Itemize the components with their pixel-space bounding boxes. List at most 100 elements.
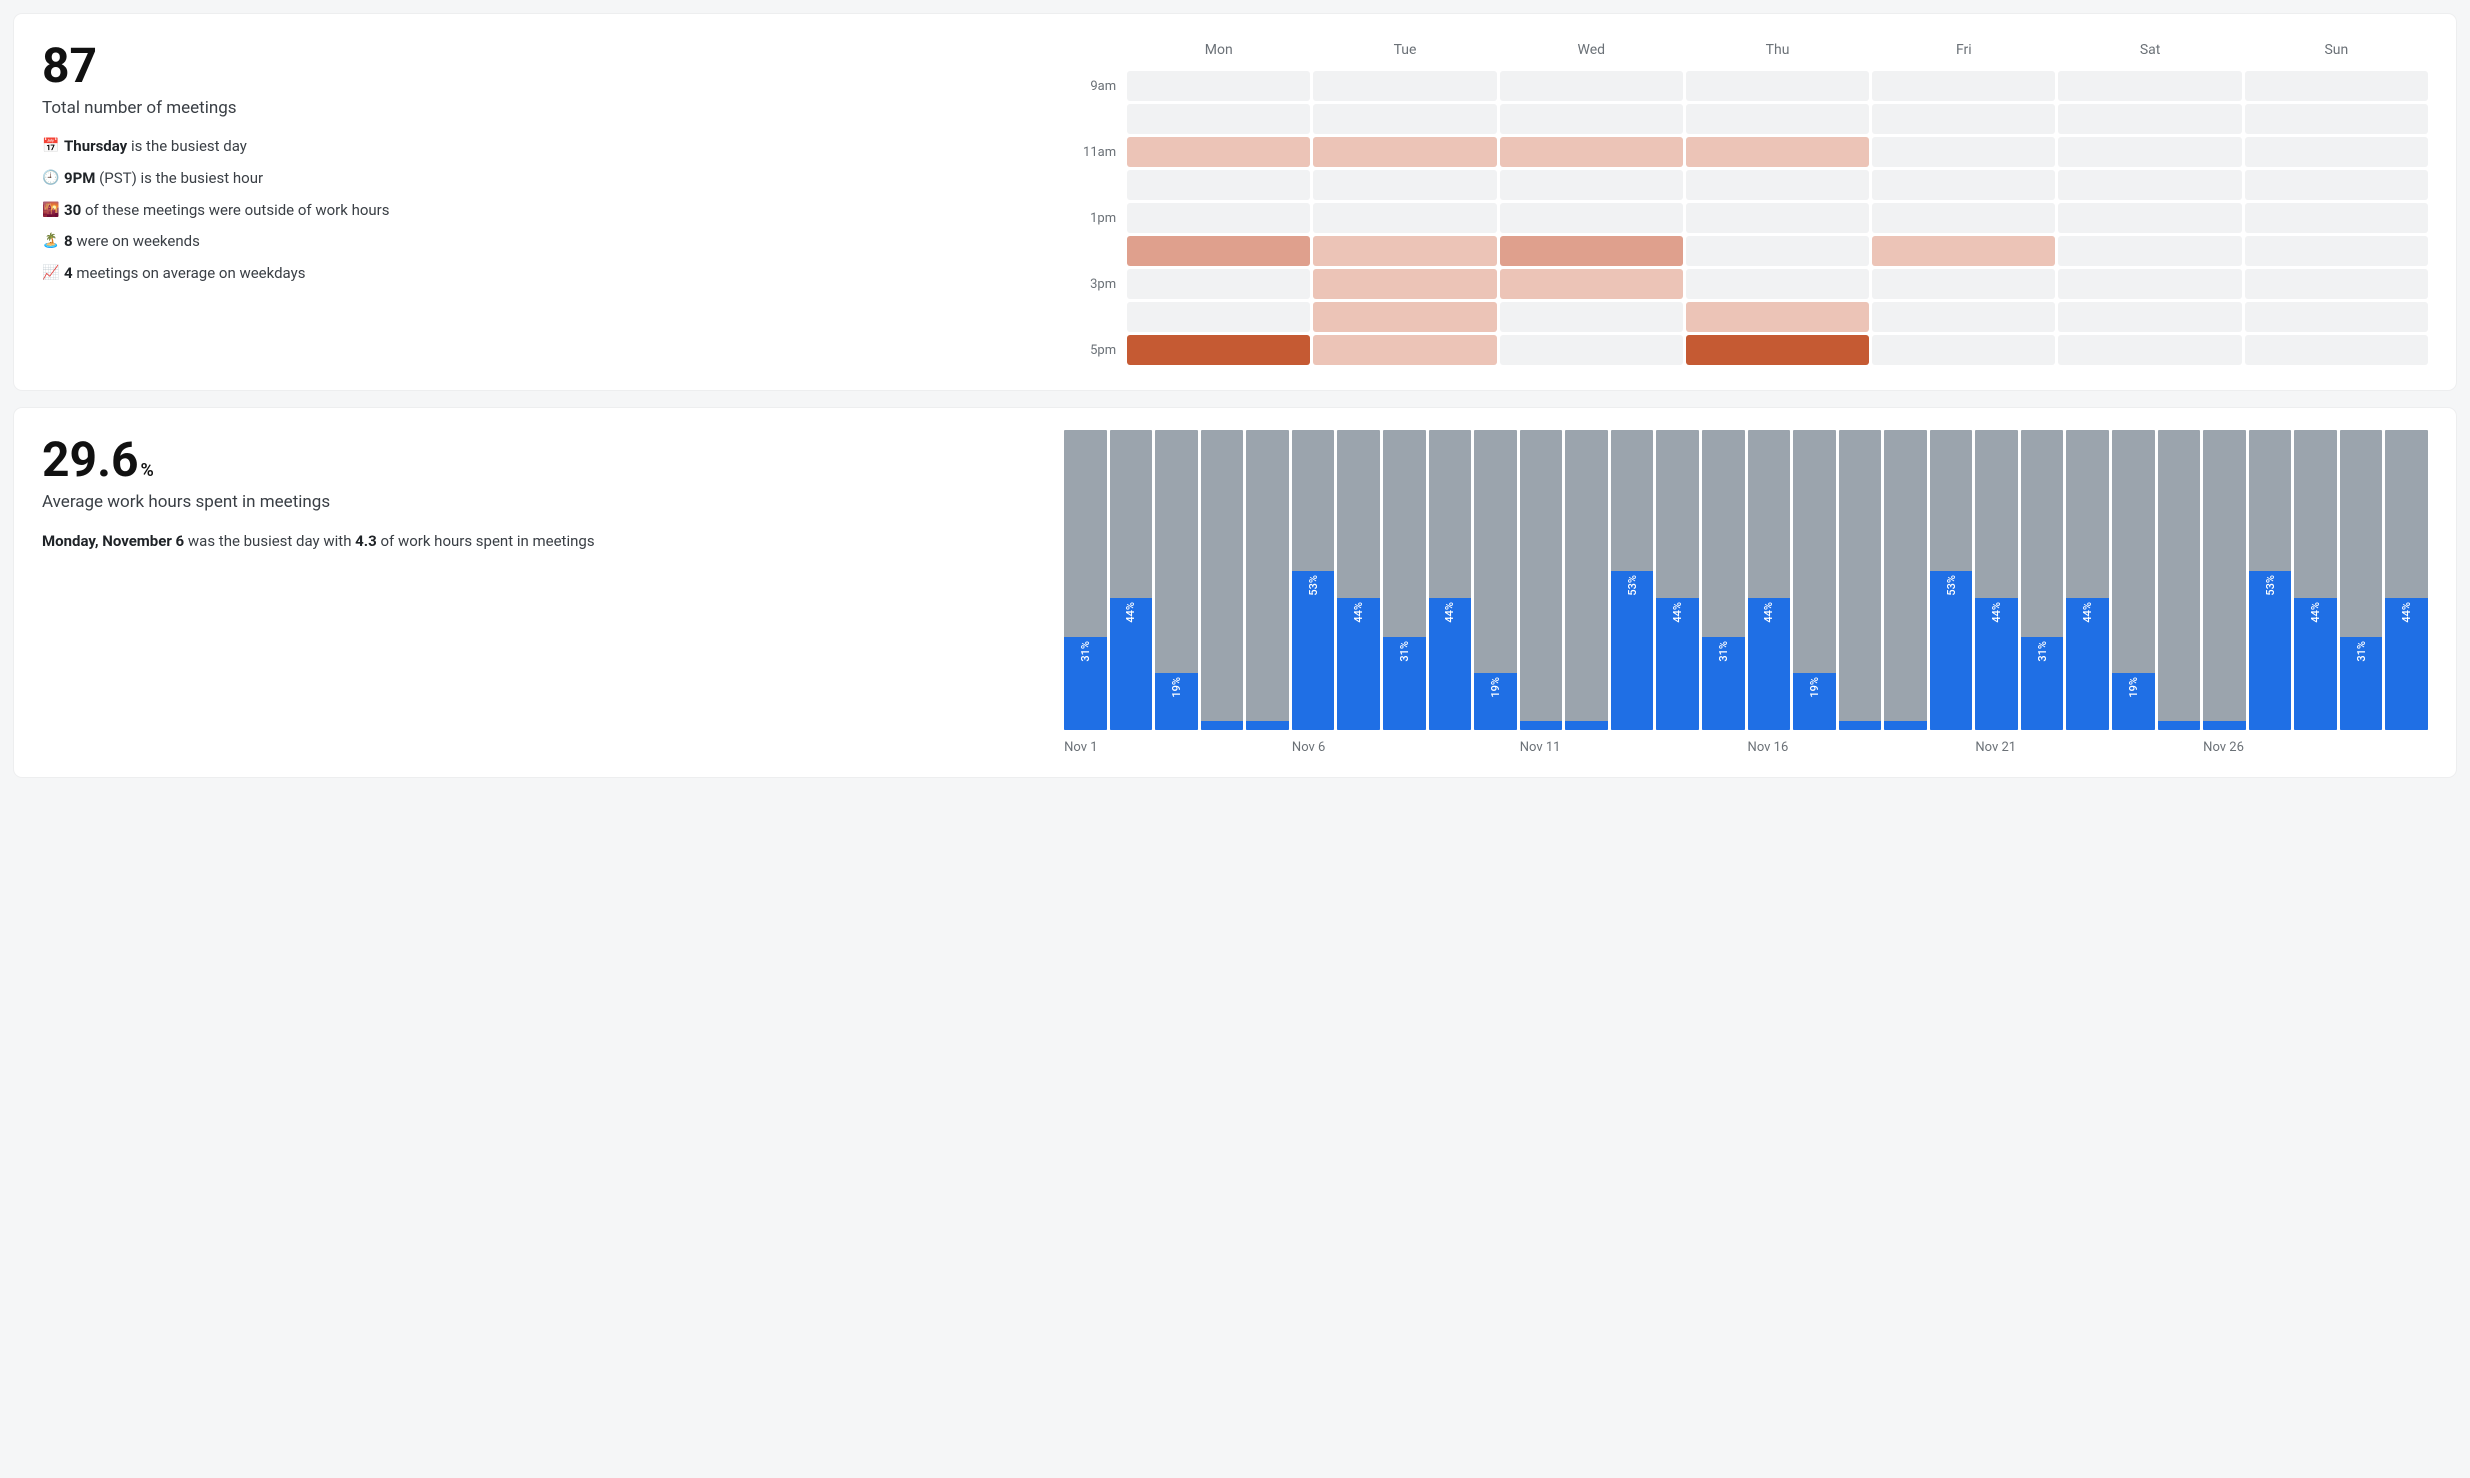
- heatmap-cell: [2245, 236, 2428, 266]
- bar-meeting-portion: [1839, 721, 1882, 730]
- bar-day: 19%: [1474, 430, 1517, 730]
- busiest-day-value: 4.3: [355, 532, 377, 550]
- bar-meeting-portion: 44%: [1975, 598, 2018, 730]
- insight-text: 4 meetings on average on weekdays: [64, 263, 305, 285]
- insight-item: 🕘9PM (PST) is the busiest hour: [42, 168, 1044, 190]
- xaxis-tick: [1565, 740, 1608, 755]
- bar-value-label: 44%: [2081, 598, 2094, 627]
- bar-meeting-portion: [1520, 721, 1563, 730]
- avg-hours-barchart: 31%44%19%53%44%31%44%19%53%44%31%44%19%5…: [1064, 430, 2428, 755]
- heatmap-cell: [2058, 104, 2241, 134]
- heatmap-cell: [1127, 335, 1310, 365]
- bar-meeting-portion: 53%: [1292, 571, 1335, 730]
- bar-meeting-portion: 44%: [1656, 598, 1699, 730]
- heatmap-day-header: Mon: [1127, 36, 1310, 68]
- xaxis-tick: [1110, 740, 1153, 755]
- busiest-day-summary: Monday, November 6 was the busiest day w…: [42, 530, 1044, 553]
- meetings-heatmap: MonTueWedThuFriSatSun9am11am1pm3pm5pm: [1064, 36, 2428, 365]
- xaxis-tick: [1702, 740, 1745, 755]
- bar-meeting-portion: 53%: [1611, 571, 1654, 730]
- heatmap-cell: [2245, 170, 2428, 200]
- heatmap-cell: [1686, 137, 1869, 167]
- heatmap-cell: [1872, 335, 2055, 365]
- bar-value-label: 44%: [1443, 598, 1456, 627]
- xaxis-tick: [2340, 740, 2383, 755]
- xaxis-tick: [1930, 740, 1973, 755]
- heatmap-cell: [2245, 302, 2428, 332]
- heatmap-cell: [2245, 137, 2428, 167]
- xaxis-tick: [1155, 740, 1198, 755]
- xaxis-tick: [1201, 740, 1244, 755]
- heatmap-cell: [2058, 269, 2241, 299]
- bar-day: [1884, 430, 1927, 730]
- bar-meeting-portion: 19%: [1474, 673, 1517, 730]
- heatmap-cell: [1500, 302, 1683, 332]
- bar-value-label: 19%: [1170, 673, 1183, 702]
- heatmap-cell: [2245, 335, 2428, 365]
- xaxis-tick: [2112, 740, 2155, 755]
- heatmap-cell: [1686, 269, 1869, 299]
- bar-day: 19%: [1793, 430, 1836, 730]
- heatmap-cell: [2058, 203, 2241, 233]
- avg-hours-label: Average work hours spent in meetings: [42, 492, 1044, 512]
- heatmap-cell: [1313, 335, 1496, 365]
- bar-value-label: 31%: [2355, 637, 2368, 666]
- bar-value-label: 53%: [1626, 571, 1639, 600]
- heatmap-cell: [1686, 335, 1869, 365]
- bar-value-label: 53%: [1307, 571, 1320, 600]
- bar-day: 53%: [1292, 430, 1335, 730]
- xaxis-tick: [2021, 740, 2064, 755]
- bar-day: 53%: [2249, 430, 2292, 730]
- bar-meeting-portion: 31%: [2340, 637, 2383, 730]
- summary-end: of work hours spent in meetings: [377, 532, 595, 550]
- bar-value-label: 53%: [2264, 571, 2277, 600]
- bar-value-label: 44%: [1990, 598, 2003, 627]
- bar-meeting-portion: 31%: [1702, 637, 1745, 730]
- heatmap-day-header: Thu: [1686, 36, 1869, 68]
- xaxis-tick: [1429, 740, 1472, 755]
- heatmap-cell: [1872, 71, 2055, 101]
- busiest-day-date: Monday, November 6: [42, 532, 184, 550]
- bar-value-label: 53%: [1945, 571, 1958, 600]
- heatmap-cell: [1500, 335, 1683, 365]
- heatmap-cell: [1872, 104, 2055, 134]
- bar-meeting-portion: 44%: [1110, 598, 1153, 730]
- bar-meeting-portion: 31%: [1383, 637, 1426, 730]
- heatmap-cell: [1872, 302, 2055, 332]
- meetings-summary-text: 87 Total number of meetings 📅Thursday is…: [42, 36, 1044, 368]
- bar-value-label: 44%: [1671, 598, 1684, 627]
- insight-icon: 📅: [42, 136, 64, 156]
- heatmap-hour-label: 3pm: [1064, 269, 1124, 299]
- total-meetings-label: Total number of meetings: [42, 98, 1044, 118]
- heatmap-cell: [1686, 236, 1869, 266]
- xaxis-tick: [1474, 740, 1517, 755]
- meeting-insights-list: 📅Thursday is the busiest day🕘9PM (PST) i…: [42, 136, 1044, 285]
- bar-value-label: 31%: [1398, 637, 1411, 666]
- bar-meeting-portion: [1884, 721, 1927, 730]
- heatmap-cell: [1313, 302, 1496, 332]
- bar-meeting-portion: 31%: [1064, 637, 1107, 730]
- bar-value-label: 44%: [2309, 598, 2322, 627]
- heatmap-cell: [1686, 170, 1869, 200]
- xaxis-tick: Nov 21: [1975, 740, 2018, 755]
- heatmap-cell: [1127, 203, 1310, 233]
- avg-hours-text: 29.6% Average work hours spent in meetin…: [42, 430, 1044, 755]
- heatmap-cell: [2245, 269, 2428, 299]
- bar-value-label: 19%: [1489, 673, 1502, 702]
- heatmap-cell: [1872, 236, 2055, 266]
- heatmap-cell: [1686, 104, 1869, 134]
- heatmap-hour-label: [1064, 170, 1124, 200]
- heatmap-cell: [1127, 302, 1310, 332]
- bar-meeting-portion: 44%: [2294, 598, 2337, 730]
- bar-meeting-portion: 31%: [2021, 637, 2064, 730]
- bar-day: 44%: [2294, 430, 2337, 730]
- xaxis-tick: [1246, 740, 1289, 755]
- bar-meeting-portion: 19%: [1155, 673, 1198, 730]
- insight-item: 🌇30 of these meetings were outside of wo…: [42, 200, 1044, 222]
- heatmap-cell: [2058, 71, 2241, 101]
- heatmap-cell: [2058, 170, 2241, 200]
- avg-hours-chart-container: 31%44%19%53%44%31%44%19%53%44%31%44%19%5…: [1064, 430, 2428, 755]
- heatmap-cell: [1313, 170, 1496, 200]
- heatmap-hour-label: 9am: [1064, 71, 1124, 101]
- xaxis-tick: [1656, 740, 1699, 755]
